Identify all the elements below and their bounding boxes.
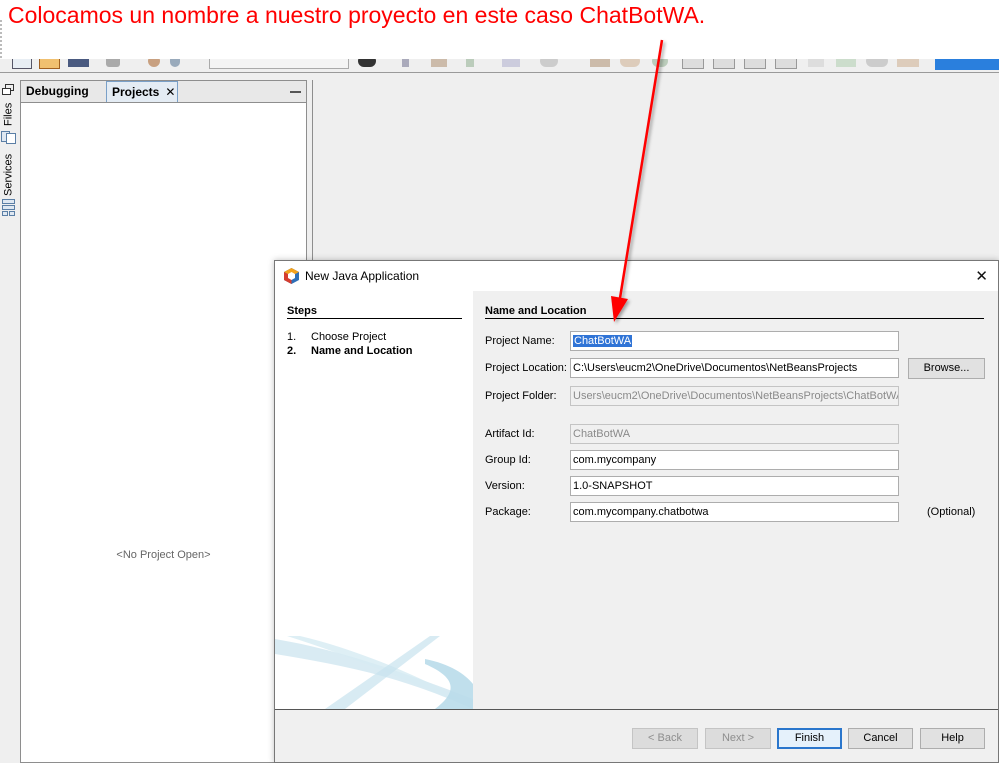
project-folder-input: Users\eucm2\OneDrive\Documentos\NetBeans… bbox=[570, 386, 899, 406]
minimize-panel-icon[interactable] bbox=[290, 91, 301, 93]
tool-icon-8[interactable] bbox=[808, 59, 824, 67]
step-label: Name and Location bbox=[311, 345, 413, 357]
cancel-button[interactable]: Cancel bbox=[848, 728, 913, 749]
project-name-input[interactable]: ChatBotWA bbox=[570, 331, 899, 351]
steps-heading: Steps bbox=[287, 305, 317, 317]
build-icon[interactable] bbox=[358, 59, 376, 67]
finish-button[interactable]: Finish bbox=[777, 728, 842, 749]
project-location-input[interactable]: C:\Users\eucm2\OneDrive\Documentos\NetBe… bbox=[570, 358, 899, 378]
side-tab-services[interactable]: Services bbox=[0, 153, 17, 197]
tool-icon-7[interactable] bbox=[775, 59, 797, 69]
close-tab-icon[interactable]: ✕ bbox=[165, 85, 175, 99]
profile-icon[interactable] bbox=[502, 59, 520, 67]
run-icon[interactable] bbox=[431, 59, 447, 67]
tab-debugging[interactable]: Debugging bbox=[21, 81, 106, 102]
tab-projects-label: Projects bbox=[112, 85, 160, 99]
package-input[interactable]: com.mycompany.chatbotwa bbox=[570, 502, 899, 522]
close-dialog-icon[interactable]: ✕ bbox=[975, 267, 988, 285]
tool-icon-1[interactable] bbox=[590, 59, 610, 67]
next-button[interactable]: Next > bbox=[705, 728, 771, 749]
tab-debugging-label: Debugging bbox=[26, 84, 89, 98]
tool-icon-4[interactable] bbox=[682, 59, 704, 69]
version-label: Version: bbox=[485, 480, 525, 492]
step-number: 1. bbox=[287, 331, 297, 343]
projects-panel-tabbar: Debugging Projects ✕ bbox=[21, 81, 306, 103]
side-tab-files[interactable]: Files bbox=[0, 100, 17, 128]
tool-icon-5[interactable] bbox=[713, 59, 735, 69]
tool-icon-11[interactable] bbox=[897, 59, 919, 67]
package-label: Package: bbox=[485, 506, 531, 518]
open-project-icon[interactable] bbox=[68, 59, 89, 67]
project-name-label: Project Name: bbox=[485, 335, 555, 347]
group-id-label: Group Id: bbox=[485, 454, 531, 466]
config-combobox[interactable] bbox=[209, 59, 349, 69]
dialog-titlebar: New Java Application ✕ bbox=[275, 261, 998, 291]
footer-divider bbox=[275, 709, 998, 710]
profile-project-icon[interactable] bbox=[540, 59, 558, 67]
no-project-message: <No Project Open> bbox=[116, 549, 211, 561]
group-id-input[interactable]: com.mycompany bbox=[570, 450, 899, 470]
step-item-current: 2. Name and Location bbox=[287, 345, 412, 357]
services-icon bbox=[2, 199, 15, 216]
clean-build-icon[interactable] bbox=[402, 59, 409, 67]
tool-icon-9[interactable] bbox=[836, 59, 856, 67]
banner-edge bbox=[0, 20, 8, 58]
package-optional-hint: (Optional) bbox=[927, 506, 976, 518]
annotation-text: Colocamos un nombre a nuestro proyecto e… bbox=[8, 2, 706, 28]
name-and-location-pane: Name and Location Project Name: ChatBotW… bbox=[473, 291, 998, 709]
side-tab-services-label: Services bbox=[2, 153, 15, 197]
browse-button[interactable]: Browse... bbox=[908, 358, 985, 379]
step-number: 2. bbox=[287, 345, 297, 357]
tool-icon-10[interactable] bbox=[866, 59, 888, 67]
steps-divider bbox=[287, 318, 462, 319]
toolbar-divider bbox=[0, 72, 999, 73]
dialog-title: New Java Application bbox=[305, 269, 420, 283]
back-button[interactable]: < Back bbox=[632, 728, 698, 749]
undo-icon[interactable] bbox=[148, 59, 160, 67]
new-project-icon[interactable] bbox=[39, 59, 60, 69]
new-java-application-dialog: New Java Application ✕ Steps 1. Choose Pr… bbox=[274, 260, 999, 763]
debug-icon[interactable] bbox=[466, 59, 474, 67]
tool-icon-2[interactable] bbox=[620, 59, 640, 67]
main-toolbar bbox=[0, 59, 999, 72]
artifact-id-label: Artifact Id: bbox=[485, 428, 535, 440]
save-all-icon[interactable] bbox=[106, 59, 120, 67]
step-label: Choose Project bbox=[311, 331, 387, 343]
artifact-id-input: ChatBotWA bbox=[570, 424, 899, 444]
netbeans-logo-icon bbox=[284, 268, 299, 284]
section-title: Name and Location bbox=[485, 305, 587, 317]
files-icon bbox=[1, 131, 16, 144]
help-button[interactable]: Help bbox=[920, 728, 985, 749]
search-field[interactable] bbox=[935, 59, 999, 70]
version-input[interactable]: 1.0-SNAPSHOT bbox=[570, 476, 899, 496]
decorative-swoosh-image bbox=[275, 636, 473, 709]
tab-projects[interactable]: Projects ✕ bbox=[106, 81, 178, 102]
project-location-label: Project Location: bbox=[485, 362, 567, 374]
tool-icon-3[interactable] bbox=[652, 59, 668, 67]
restore-window-icon[interactable] bbox=[2, 84, 14, 96]
tool-icon-6[interactable] bbox=[744, 59, 766, 69]
new-file-icon[interactable] bbox=[12, 59, 32, 69]
annotation-banner: Colocamos un nombre a nuestro proyecto e… bbox=[0, 0, 999, 59]
step-item: 1. Choose Project bbox=[287, 331, 386, 343]
project-name-value: ChatBotWA bbox=[573, 335, 633, 347]
steps-pane: Steps 1. Choose Project 2. Name and Locati… bbox=[275, 291, 473, 709]
projects-panel: Debugging Projects ✕ <No Project Open> bbox=[20, 80, 307, 763]
redo-icon[interactable] bbox=[170, 59, 180, 67]
side-tab-files-label: Files bbox=[2, 102, 15, 126]
project-folder-label: Project Folder: bbox=[485, 390, 557, 402]
section-divider bbox=[485, 318, 984, 319]
